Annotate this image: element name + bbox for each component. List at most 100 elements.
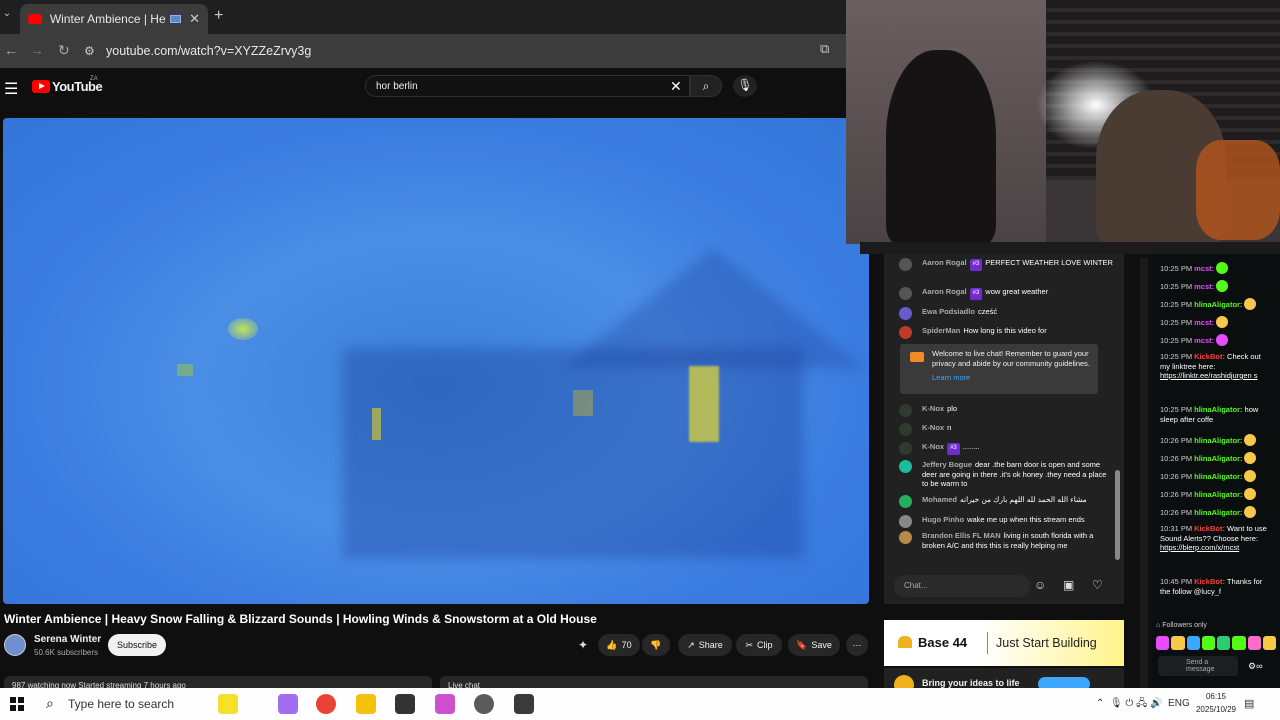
dislike-button[interactable]: 👎 [642, 634, 670, 656]
kick-username[interactable]: KickBot: [1194, 352, 1225, 361]
kick-link[interactable]: https://linktr.ee/rashidjurgen s [1160, 371, 1258, 380]
emoji-icon[interactable]: ☺ [1034, 578, 1046, 592]
chat-input[interactable]: Chat... [894, 575, 1030, 597]
kick-username[interactable]: hlinaAligator: [1194, 454, 1242, 463]
chat-author[interactable]: K-Nox [922, 404, 944, 413]
chat-author[interactable]: Brandon Ellis FL MAN [922, 531, 1001, 540]
obs-icon[interactable] [395, 694, 415, 714]
tune-icon[interactable]: ⚙ [84, 44, 106, 58]
subscribe-button[interactable]: Subscribe [108, 634, 166, 656]
kick-link[interactable]: https://blerp.com/x/mcst [1160, 543, 1239, 552]
taskbar-search-input[interactable]: Type here to search [68, 697, 174, 711]
more-actions-button[interactable]: ⋯ [846, 634, 868, 656]
search-icon[interactable]: ⌕ [46, 695, 54, 712]
kick-chat-scrollbar[interactable] [1140, 258, 1148, 688]
user-avatar[interactable] [899, 495, 912, 508]
emote-icon[interactable] [1201, 636, 1215, 650]
kick-username[interactable]: mcst: [1194, 336, 1214, 345]
search-button[interactable]: ⌕ [690, 75, 722, 97]
user-avatar[interactable] [899, 442, 912, 455]
user-avatar[interactable] [899, 404, 912, 417]
user-avatar[interactable] [899, 258, 912, 271]
clock-time[interactable]: 06:15 [1196, 692, 1236, 701]
user-avatar[interactable] [899, 423, 912, 436]
learn-more-link[interactable]: Learn more [932, 373, 1092, 383]
menu-icon[interactable]: ☰ [4, 79, 18, 99]
chrome-icon[interactable] [316, 694, 336, 714]
user-avatar[interactable] [899, 515, 912, 528]
emote-icon[interactable] [1232, 636, 1246, 650]
emote-icon[interactable] [1262, 636, 1276, 650]
forward-icon[interactable]: → [30, 42, 44, 58]
chat-author[interactable]: Mohamed [922, 495, 957, 504]
emote-bar[interactable] [1156, 636, 1276, 650]
ad-card[interactable]: Bring your ideas to life [884, 668, 1124, 688]
youtube-logo-icon[interactable] [32, 80, 50, 93]
user-avatar[interactable] [899, 307, 912, 320]
kick-username[interactable]: mcst: [1194, 264, 1214, 273]
app-icon[interactable] [514, 694, 534, 714]
kick-username[interactable]: KickBot: [1194, 577, 1225, 586]
user-avatar[interactable] [899, 531, 912, 544]
share-button[interactable]: ↗ Share [678, 634, 732, 656]
browser-tab[interactable]: Winter Ambience | Heavy Sno ✕ [20, 4, 208, 34]
emote-icon[interactable] [1217, 636, 1231, 650]
system-tray[interactable]: ⌃ 🎙 ⏻ 🖧 🔊 ENG [1096, 696, 1190, 713]
snipping-tool-icon[interactable] [435, 694, 455, 714]
chat-settings-icon[interactable]: ⚙∞ [1248, 661, 1262, 672]
emote-icon[interactable] [1171, 636, 1185, 650]
user-avatar[interactable] [899, 287, 912, 300]
user-avatar[interactable] [899, 460, 912, 473]
windows-start-icon[interactable] [10, 697, 24, 711]
kick-username[interactable]: mcst: [1194, 318, 1214, 327]
notification-icon[interactable]: ▤ [1244, 697, 1254, 710]
kick-send-input[interactable]: Send a message [1158, 656, 1238, 676]
video-player[interactable] [3, 118, 869, 604]
kick-username[interactable]: KickBot: [1194, 524, 1225, 533]
file-explorer-icon[interactable] [356, 694, 376, 714]
kick-username[interactable]: hlinaAligator: [1194, 472, 1242, 481]
back-icon[interactable]: ← [4, 42, 18, 58]
user-avatar[interactable] [899, 326, 912, 339]
search-input[interactable]: hor berlin [365, 75, 690, 97]
ad-banner[interactable]: Base 44 Just Start Building [884, 620, 1124, 666]
chat-author[interactable]: Aaron Rogal [922, 258, 967, 267]
sparkle-icon[interactable]: ✦ [578, 638, 588, 652]
emote-icon[interactable] [1186, 636, 1200, 650]
heart-icon[interactable]: ♡ [1092, 578, 1103, 592]
kick-username[interactable]: hlinaAligator: [1194, 405, 1242, 414]
clear-search-icon[interactable]: ✕ [670, 78, 682, 95]
chat-author[interactable]: K-Nox [922, 442, 944, 451]
emote-icon[interactable] [1156, 636, 1170, 650]
chat-author[interactable]: Ewa Podsiadlo [922, 307, 975, 316]
tab-search-icon[interactable]: ⌄ [0, 8, 14, 19]
like-button[interactable]: 👍 70 [598, 634, 640, 656]
reload-icon[interactable]: ↻ [58, 42, 70, 59]
kick-username[interactable]: hlinaAligator: [1194, 300, 1242, 309]
chrome-profile-icon[interactable] [474, 694, 494, 714]
clock-date[interactable]: 2025/10/29 [1188, 705, 1244, 714]
url-field[interactable]: ⚙ youtube.com/watch?v=XYZZeZrvy3g [84, 40, 844, 62]
copilot-icon[interactable] [218, 694, 238, 714]
new-tab-icon[interactable]: + [214, 7, 223, 25]
chat-scrollbar[interactable] [1115, 470, 1120, 560]
ad-cta-button[interactable] [1038, 677, 1090, 688]
kick-username[interactable]: hlinaAligator: [1194, 508, 1242, 517]
photos-icon[interactable] [278, 694, 298, 714]
chat-author[interactable]: K-Nox [922, 423, 944, 432]
chat-author[interactable]: Jeffery Bogue [922, 460, 972, 469]
chat-author[interactable]: Hugo Pinho [922, 515, 964, 524]
voice-search-button[interactable]: 🎙 [733, 75, 757, 97]
close-tab-icon[interactable]: ✕ [189, 11, 200, 27]
super-chat-icon[interactable]: ▣ [1063, 578, 1074, 592]
channel-name[interactable]: Serena Winter [34, 634, 101, 645]
cast-icon[interactable]: ⧉ [820, 41, 829, 57]
save-button[interactable]: 🔖 Save [788, 634, 840, 656]
kick-username[interactable]: hlinaAligator: [1194, 436, 1242, 445]
chat-author[interactable]: SpiderMan [922, 326, 960, 335]
kick-username[interactable]: mcst: [1194, 282, 1214, 291]
chat-author[interactable]: Aaron Rogal [922, 287, 967, 296]
emote-icon[interactable] [1247, 636, 1261, 650]
clip-button[interactable]: ✂ Clip [736, 634, 782, 656]
kick-username[interactable]: hlinaAligator: [1194, 490, 1242, 499]
